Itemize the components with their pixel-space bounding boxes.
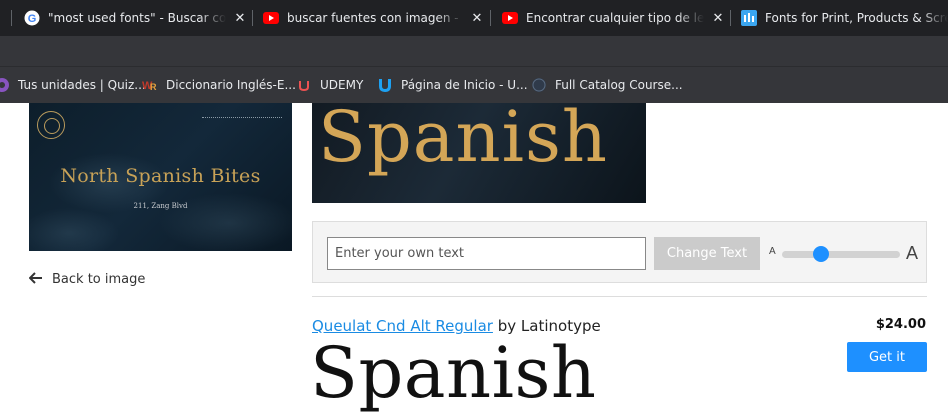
svg-text:R: R: [150, 82, 157, 92]
uploaded-image-preview: North Spanish Bites 211, Zang Blvd: [29, 103, 292, 251]
preview-address-text: 211, Zang Blvd: [133, 202, 188, 210]
close-tab-icon[interactable]: ✕: [710, 11, 726, 26]
bookmark-label: UDEMY: [320, 78, 364, 92]
tab-youtube-video[interactable]: Encontrar cualquier tipo de letra ✕: [502, 0, 726, 36]
bookmark-label: Tus unidades | Quiz...: [18, 78, 146, 92]
tab-separator: [11, 10, 12, 26]
browser-toolbar: [0, 36, 948, 66]
tab-separator: [490, 10, 491, 26]
myfonts-icon: [741, 10, 757, 26]
bookmark-label: Página de Inicio - U...: [401, 78, 528, 92]
tab-youtube-search[interactable]: buscar fuentes con imagen - YouTube ✕: [263, 0, 485, 36]
bookmark-full-catalog[interactable]: Full Catalog Course...: [531, 67, 683, 103]
close-tab-icon[interactable]: ✕: [232, 11, 248, 26]
bookmark-label: Full Catalog Course...: [555, 78, 683, 92]
globe-icon: [531, 77, 547, 93]
matched-text-word: Spanish: [318, 103, 608, 178]
tab-title: "most used fonts" - Buscar con Google: [48, 11, 226, 25]
arrow-left-icon: [28, 270, 43, 288]
preview-nav-bar: [202, 117, 282, 120]
quizizz-icon: [0, 77, 10, 93]
tab-title: Encontrar cualquier tipo de letra: [526, 11, 704, 25]
size-slider-thumb[interactable]: [812, 246, 829, 262]
font-match-page: North Spanish Bites 211, Zang Blvd Back …: [0, 103, 948, 414]
tab-title: buscar fuentes con imagen - YouTube: [287, 11, 463, 25]
u-icon: [377, 77, 393, 93]
udemy-icon: [296, 77, 312, 93]
tab-separator: [252, 10, 253, 26]
custom-text-input[interactable]: [327, 237, 646, 270]
size-slider-track[interactable]: [782, 251, 900, 258]
back-to-image-link[interactable]: Back to image: [28, 270, 146, 288]
bookmark-label: Diccionario Inglés-E...: [166, 78, 296, 92]
preview-brand-text: North Spanish Bites: [60, 165, 261, 187]
size-small-label: A: [769, 246, 776, 257]
close-tab-icon[interactable]: ✕: [469, 11, 485, 26]
svg-text:G: G: [28, 13, 37, 25]
font-price: $24.00: [875, 317, 926, 332]
change-text-button[interactable]: Change Text: [654, 237, 760, 270]
youtube-icon: [502, 10, 518, 26]
bookmark-quizizz[interactable]: Tus unidades | Quiz...: [0, 67, 146, 103]
tab-title: Fonts for Print, Products & Screen: [765, 11, 948, 25]
bookmark-pagina-inicio[interactable]: Página de Inicio - U...: [377, 67, 528, 103]
font-sample-text: Spanish: [310, 332, 597, 414]
bookmark-wordreference[interactable]: WR Diccionario Inglés-E...: [142, 67, 296, 103]
tab-separator: [730, 10, 731, 26]
back-link-label: Back to image: [52, 271, 146, 287]
google-icon: G: [24, 10, 40, 26]
preview-text-controls: Change Text A A: [312, 221, 927, 283]
size-large-label: A: [906, 243, 919, 263]
photo-background: [29, 133, 292, 251]
bookmarks-bar: Tus unidades | Quiz... WR Diccionario In…: [0, 66, 948, 103]
get-it-button[interactable]: Get it: [847, 342, 927, 372]
restaurant-logo-icon: [37, 111, 65, 139]
tab-google-search[interactable]: G "most used fonts" - Buscar con Google …: [24, 0, 248, 36]
tab-myfonts[interactable]: Fonts for Print, Products & Screen: [741, 0, 948, 36]
section-divider: [312, 296, 927, 297]
bookmark-udemy[interactable]: UDEMY: [296, 67, 363, 103]
youtube-icon: [263, 10, 279, 26]
wordreference-icon: WR: [142, 77, 158, 93]
browser-tab-strip: G "most used fonts" - Buscar con Google …: [0, 0, 948, 36]
matched-text-crop: Spanish: [312, 103, 646, 203]
